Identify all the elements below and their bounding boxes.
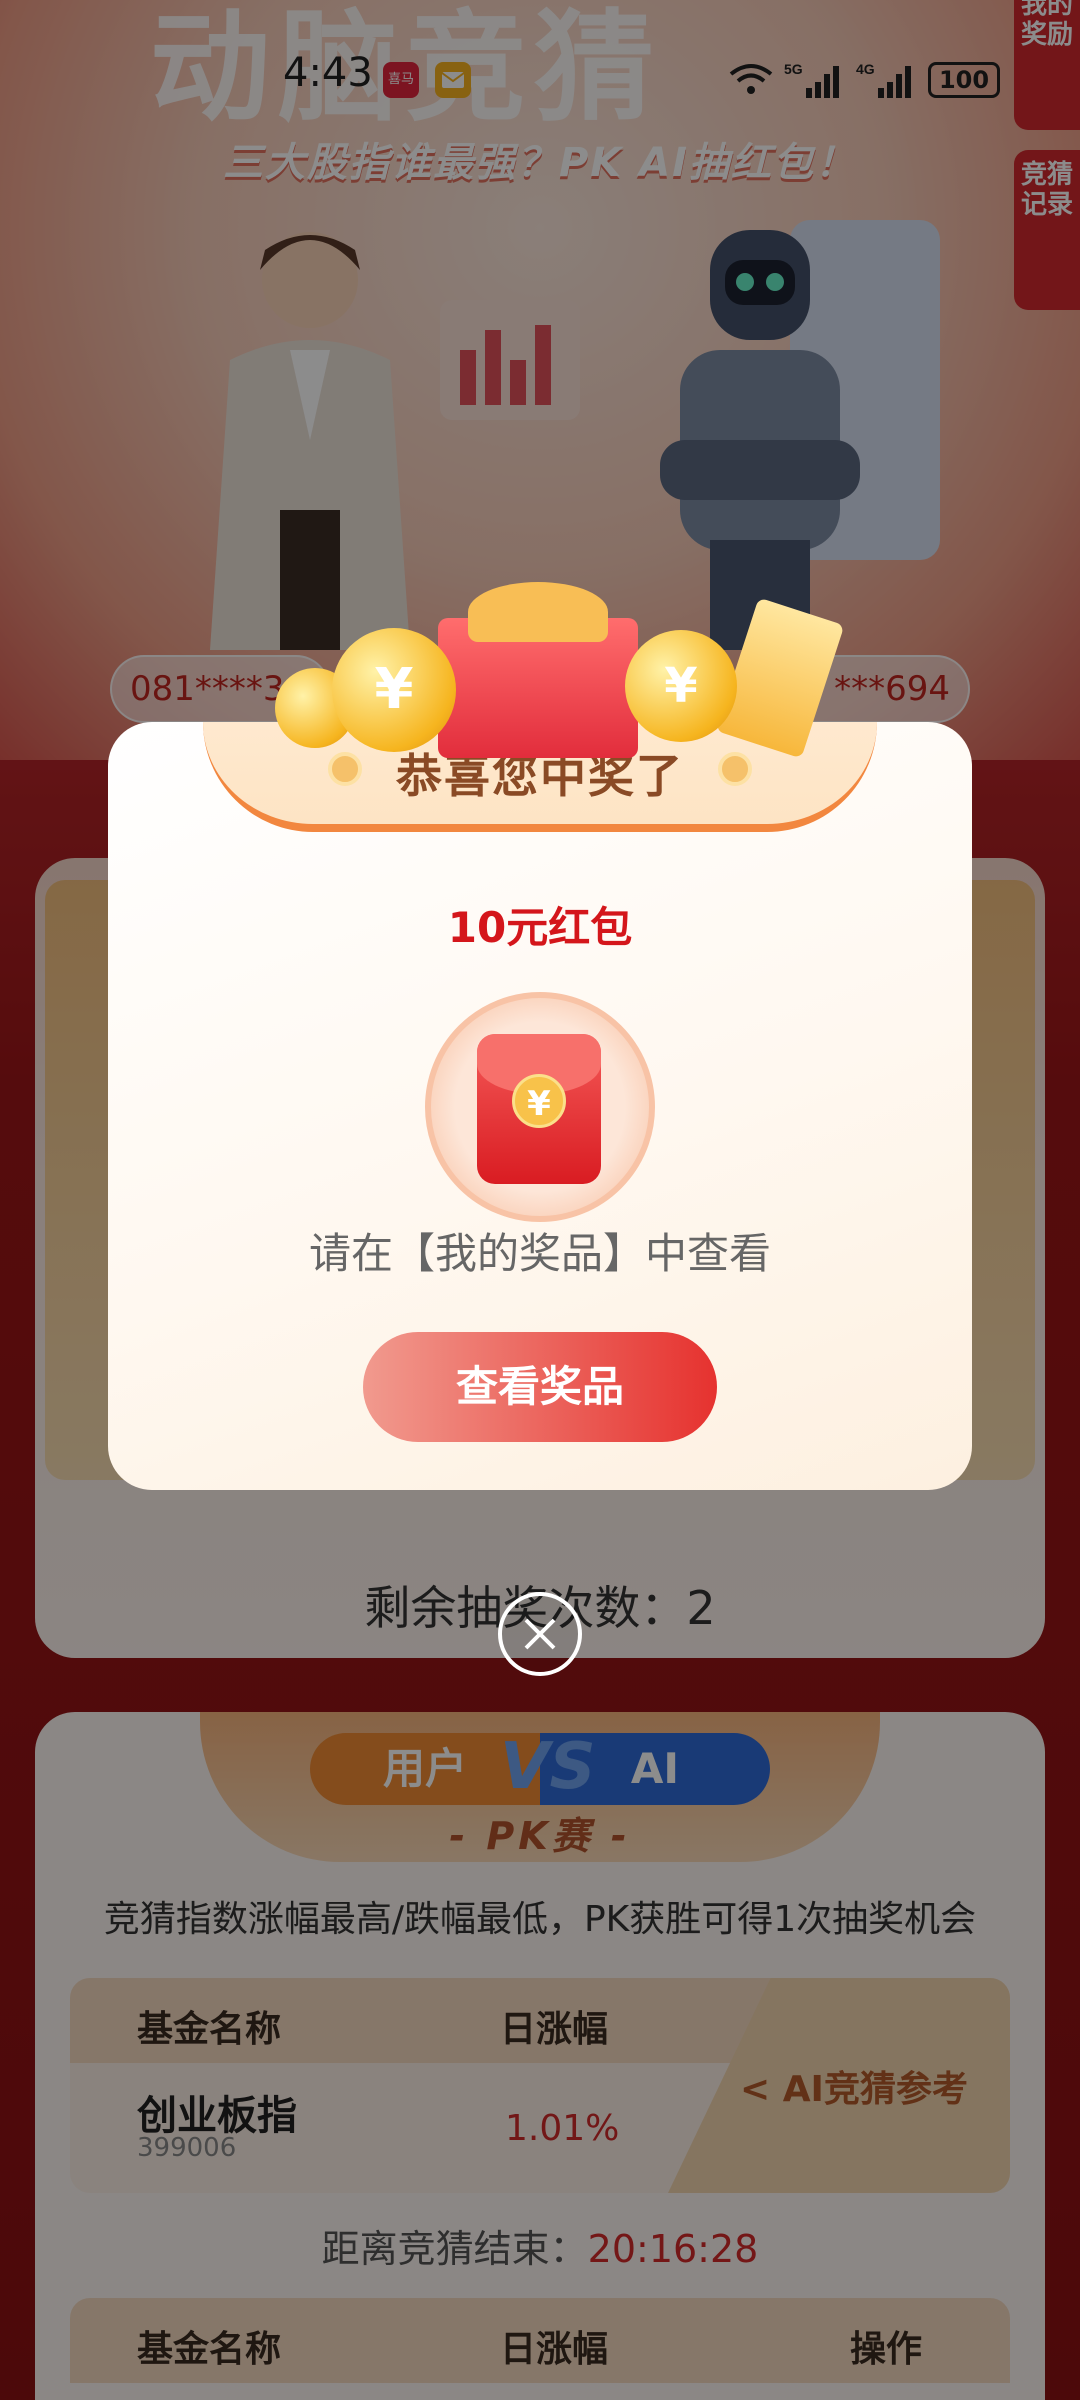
prize-name: 10元红包 [447,903,633,952]
close-icon [524,1618,556,1650]
yuan-icon: ¥ [512,1074,566,1128]
close-modal-button[interactable] [498,1592,582,1676]
gift-bow-icon [468,582,608,642]
coin-icon: ¥ [625,630,737,742]
coin-icon: ¥ [332,628,456,752]
prize-modal: 恭喜您中奖了 10元红包 ¥ 请在【我的奖品】中查看 查看奖品 [108,722,972,1490]
prize-hint: 请在【我的奖品】中查看 [308,1229,771,1278]
view-prize-button[interactable]: 查看奖品 [363,1332,717,1442]
